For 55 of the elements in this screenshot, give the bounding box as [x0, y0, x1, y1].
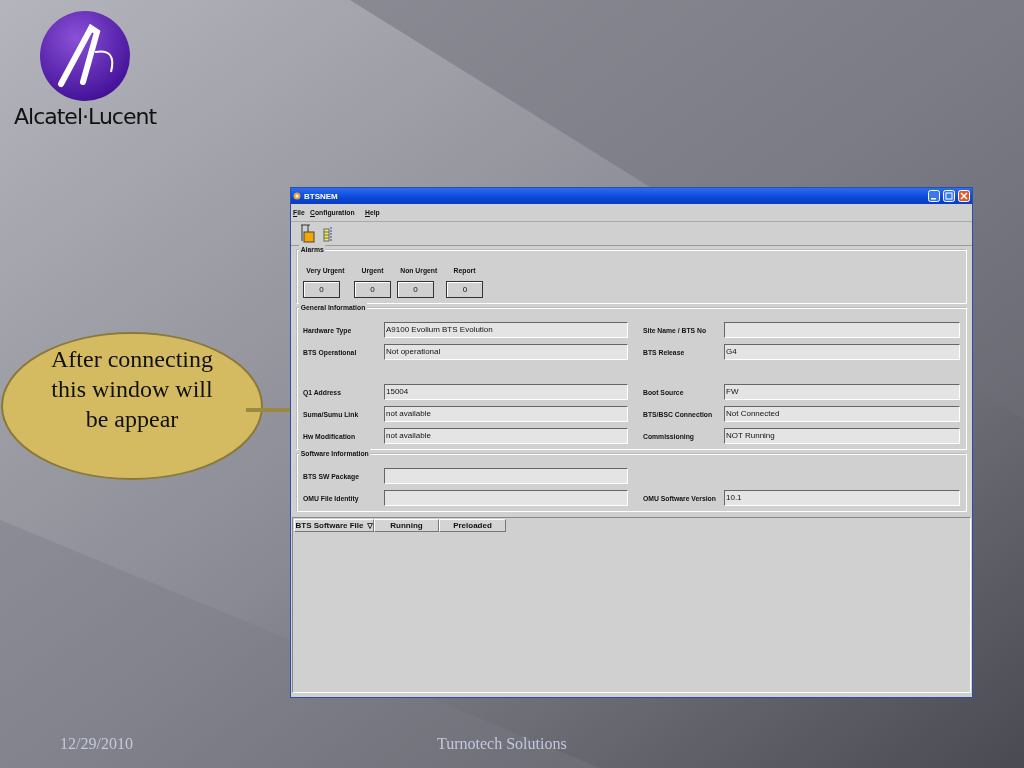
alarm-label: Urgent — [360, 266, 385, 275]
close-button[interactable] — [958, 190, 970, 202]
footer-date: 12/29/2010 — [60, 735, 133, 753]
text-field[interactable]: 15004 — [384, 384, 628, 400]
field-label: Suma/Sumu Link — [303, 409, 360, 419]
group-title: Software Information — [299, 449, 371, 458]
text-field[interactable] — [384, 468, 628, 484]
callout-text: After connecting this window will be appear — [50, 345, 214, 434]
menu-item[interactable]: File — [293, 208, 305, 217]
alarm-label: Report — [453, 266, 477, 275]
field-label: Commissioning — [643, 431, 695, 441]
window-title: BTSNEM — [304, 191, 338, 201]
app-icon — [293, 192, 301, 200]
text-field[interactable] — [724, 322, 960, 338]
maximize-button[interactable] — [943, 190, 955, 202]
column-header[interactable]: Preloaded — [439, 519, 506, 532]
group-title: Alarms — [299, 245, 326, 254]
column-header[interactable]: BTS Software File — [294, 519, 374, 532]
alarm-label: Non Urgent — [400, 266, 438, 275]
text-field[interactable]: not available — [384, 406, 628, 422]
menu-item[interactable]: Help — [365, 208, 380, 217]
field-label: BTS Release — [643, 347, 686, 357]
field-label: Hw Modification — [303, 431, 357, 441]
field-label: Boot Source — [643, 387, 685, 397]
group-title: General Information — [299, 303, 367, 312]
field-label: BTS/BSC Connection — [643, 409, 712, 419]
text-field[interactable] — [384, 490, 628, 506]
field-label: Hardware Type — [303, 325, 353, 335]
field-label: BTS SW Package — [303, 471, 360, 481]
field-label: Site Name / BTS No — [643, 325, 708, 335]
field-label: BTS Operational — [303, 347, 358, 357]
text-field[interactable]: FW — [724, 384, 960, 400]
text-field[interactable]: Not Connected — [724, 406, 960, 422]
chart-icon[interactable] — [300, 224, 315, 243]
text-field[interactable]: G4 — [724, 344, 960, 360]
minimize-button[interactable] — [928, 190, 940, 202]
text-field[interactable]: 10.1 — [724, 490, 960, 506]
sort-icon — [366, 522, 373, 529]
alarm-count: 0 — [303, 281, 340, 298]
text-field[interactable]: NOT Running — [724, 428, 960, 444]
logo-icon — [39, 10, 131, 102]
alarm-count: 0 — [396, 281, 434, 298]
alarm-count: 0 — [446, 281, 484, 298]
alarm-count: 0 — [353, 281, 391, 298]
text-field[interactable]: A9100 Evolium BTS Evolution — [384, 322, 628, 338]
text-field[interactable]: Not operational — [384, 344, 628, 360]
logo-wordmark: Alcatel·Lucent — [14, 104, 157, 129]
ladder-icon[interactable] — [323, 224, 333, 243]
alarm-label: Very Urgent — [306, 266, 345, 275]
field-label: OMU File Identity — [303, 493, 360, 503]
field-label: Q1 Address — [303, 387, 342, 397]
column-header[interactable]: Running — [374, 519, 439, 532]
text-field[interactable]: not available — [384, 428, 628, 444]
menu-item[interactable]: Configuration — [309, 208, 355, 217]
footer-company: Turnotech Solutions — [437, 735, 567, 753]
